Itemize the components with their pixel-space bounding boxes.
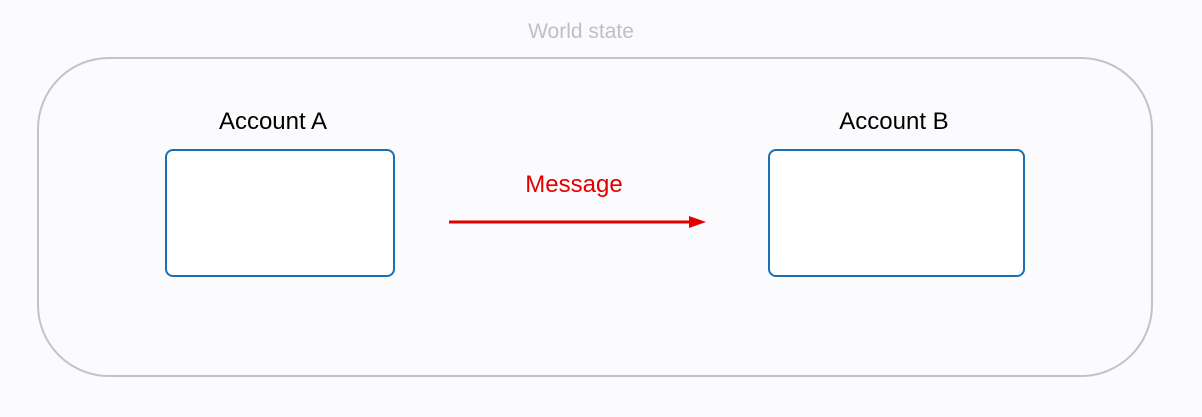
account-b-box	[768, 149, 1025, 277]
account-a-label: Account A	[218, 108, 328, 135]
message-arrowhead	[689, 216, 706, 228]
account-b-label: Account B	[839, 108, 949, 135]
message-label: Message	[525, 171, 623, 198]
world-state-title: World state	[528, 20, 634, 43]
message-arrow	[449, 216, 706, 228]
account-a-box	[165, 149, 395, 277]
